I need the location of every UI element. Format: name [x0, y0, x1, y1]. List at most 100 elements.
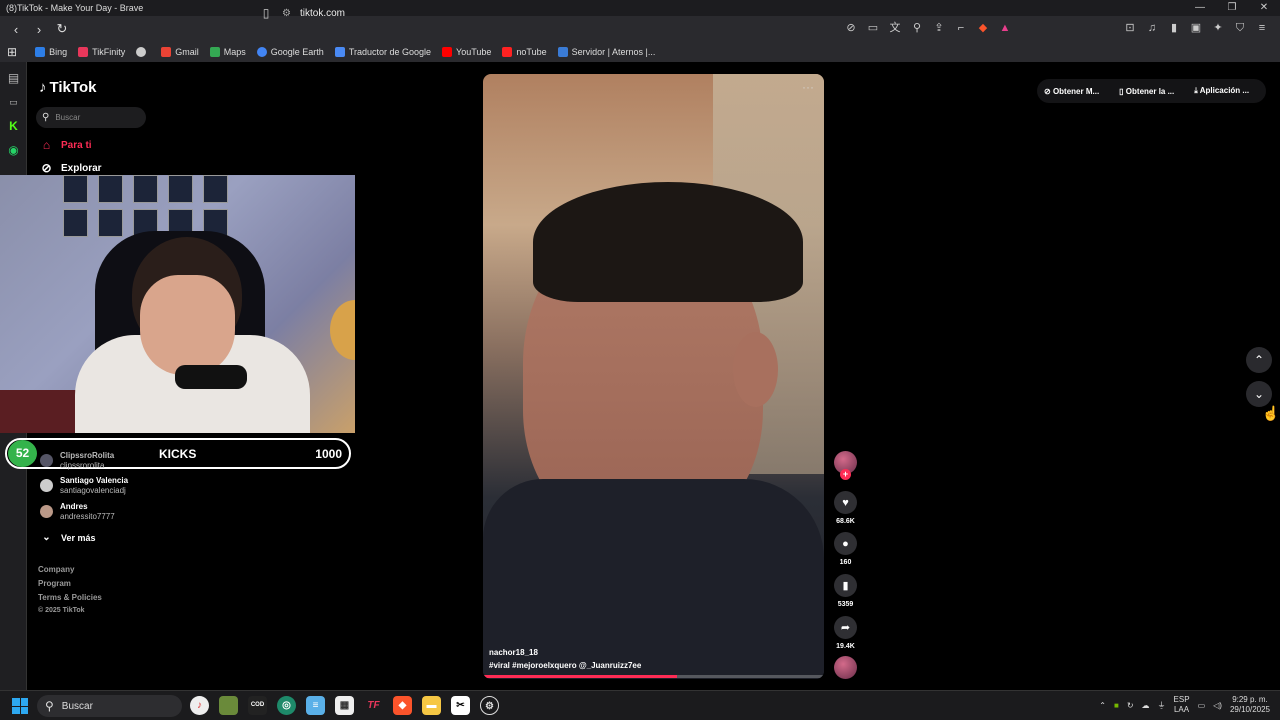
following-item[interactable]: ClipssroRolita clipssrorolita [40, 451, 114, 471]
next-video-button[interactable]: ⌄ [1246, 381, 1272, 407]
brave-browser-icon[interactable]: ◆ [393, 696, 412, 715]
windows-start-icon[interactable] [12, 698, 28, 714]
no-tracking-icon[interactable]: ⊘ [842, 19, 860, 37]
following-item[interactable]: Santiago Valencia santiagovalenciadj [40, 476, 128, 496]
zoom-icon[interactable]: ⚲ [908, 19, 926, 37]
video-progress-bar[interactable] [483, 675, 824, 678]
brave-shields-icon[interactable]: ◆ [974, 19, 992, 37]
save-count: 5359 [837, 601, 854, 608]
microphone-icon[interactable]: ⏚ [1158, 700, 1166, 711]
reload-icon[interactable]: ↻ [52, 19, 72, 39]
bookmark-aternos[interactable]: Servidor | Aternos |... [557, 47, 655, 57]
notube-icon [502, 47, 513, 57]
comment-action[interactable]: ● 160 [833, 532, 858, 566]
nvidia-icon[interactable]: ■ [1114, 701, 1119, 710]
minecraft-icon[interactable] [219, 696, 238, 715]
search-icon: ⚲ [42, 112, 50, 123]
cast-icon[interactable]: ▭ [864, 19, 882, 37]
taskbar-search-input[interactable]: ⚲ Buscar [37, 695, 182, 717]
media-icon[interactable]: ♫ [1142, 19, 1162, 37]
store-icon[interactable]: ▦ [335, 696, 354, 715]
heart-icon[interactable]: ♥ [834, 491, 857, 514]
comment-icon[interactable]: ● [834, 532, 857, 555]
share-arrow-icon[interactable]: ➦ [834, 616, 857, 639]
previous-video-button[interactable]: ⌃ [1246, 347, 1272, 373]
save-action[interactable]: ▮ 5359 [833, 574, 858, 608]
youtube-icon [442, 47, 453, 57]
kicks-count: 52 [8, 440, 37, 467]
browser-right-icons: ⊡ ♫ ▮ ▣ ✦ ⛉ ≡ [1120, 19, 1272, 37]
footer-program[interactable]: Program [38, 579, 71, 588]
like-action[interactable]: ♥ 68.6K [833, 491, 858, 525]
capcut-icon[interactable]: ✂ [451, 696, 470, 715]
search-icon: ⚲ [45, 699, 54, 713]
language-indicator[interactable]: ESP LAA [1174, 695, 1190, 715]
bookmark-translate[interactable]: Traductor de Google [334, 47, 431, 57]
bookmark-tikfinity[interactable]: TikFinity [78, 47, 125, 57]
bookmark-google-earth[interactable]: Google Earth [256, 47, 324, 57]
tray-expand-icon[interactable]: ⌃ [1099, 701, 1106, 710]
follow-plus-icon[interactable]: + [840, 469, 851, 480]
apps-grid-icon[interactable]: ⊞ [7, 45, 17, 59]
bookmark-youtube[interactable]: YouTube [442, 47, 491, 57]
url-text[interactable]: tiktok.com [300, 8, 345, 19]
volume-icon[interactable]: ◁) [1213, 701, 1222, 710]
sidebar-toggle-icon[interactable]: ▮ [1164, 19, 1184, 37]
forward-icon[interactable]: › [29, 19, 49, 39]
get-coins-button[interactable]: ⊘ Obtener M... [1044, 87, 1109, 96]
brave-rewards-icon[interactable]: ▲ [996, 19, 1014, 37]
tiktok-logo[interactable]: ♪ TikTok [39, 79, 96, 96]
music-disc-icon[interactable] [834, 656, 857, 679]
see-more-button[interactable]: ⌄ Ver más [40, 531, 95, 544]
nav-explore[interactable]: ⊘ Explorar [40, 162, 101, 175]
call-of-duty-icon[interactable]: COD [248, 696, 267, 715]
video-player[interactable]: ··· nachor18_18 #viral #mejoroelxquero @… [483, 74, 824, 679]
itunes-icon[interactable]: ♪ [190, 696, 209, 715]
bookmark-save-icon[interactable]: ▮ [834, 574, 857, 597]
menu-icon[interactable]: ≡ [1252, 19, 1272, 37]
back-icon[interactable]: ‹ [6, 19, 26, 39]
restore-button[interactable]: ❐ [1216, 0, 1248, 16]
leo-ai-icon[interactable]: ✦ [1208, 19, 1228, 37]
clock[interactable]: 9:29 p. m. 29/10/2025 [1230, 695, 1270, 715]
steam-icon[interactable]: ⚙ [480, 696, 499, 715]
sync-icon[interactable]: ↻ [1127, 701, 1134, 710]
wallet-icon[interactable]: ▣ [1186, 19, 1206, 37]
more-options-icon[interactable]: ··· [802, 80, 814, 94]
vpn-icon[interactable]: ⛉ [1230, 19, 1250, 37]
following-item[interactable]: Andres andressito7777 [40, 502, 115, 522]
video-username[interactable]: nachor18_18 [489, 648, 538, 657]
footer-company[interactable]: Company [38, 565, 74, 574]
minimize-button[interactable]: — [1184, 0, 1216, 16]
display-icon[interactable]: ▭ [1198, 701, 1206, 710]
history-icon[interactable]: ▭ [0, 90, 27, 114]
key-icon[interactable]: ⌐ [952, 19, 970, 37]
wall-poster [63, 175, 88, 203]
footer-terms[interactable]: Terms & Policies [38, 593, 102, 602]
video-hashtags[interactable]: #viral #mejoroelxquero @_Juanruizz7ee [489, 661, 641, 670]
bookmark-notube[interactable]: noTube [502, 47, 547, 57]
download-app-button[interactable]: ⤓ Aplicación ... [1194, 86, 1259, 96]
notepad-icon[interactable]: ≡ [306, 696, 325, 715]
bookmark-globe[interactable] [136, 47, 150, 57]
translate-icon[interactable]: 文 [886, 19, 904, 37]
share-icon[interactable]: ⇪ [930, 19, 948, 37]
bookmark-icon[interactable]: ▯ [256, 6, 276, 20]
cloud-icon[interactable]: ☁ [1142, 701, 1150, 710]
tiktok-search-input[interactable]: ⚲ Buscar [36, 107, 146, 128]
bookmark-bing[interactable]: Bing [35, 47, 67, 57]
close-button[interactable]: ✕ [1248, 0, 1280, 16]
whatsapp-icon[interactable]: ◉ [0, 138, 27, 162]
file-explorer-icon[interactable]: ▬ [422, 696, 441, 715]
site-info-icon[interactable]: ⚙ [282, 8, 300, 19]
xbox-icon[interactable]: ◎ [277, 696, 296, 715]
tikfinity-app-icon[interactable]: TF [364, 696, 383, 715]
share-action[interactable]: ➦ 19.4K [833, 616, 858, 650]
kick-icon[interactable]: K [0, 114, 27, 138]
screenshot-icon[interactable]: ⊡ [1120, 19, 1140, 37]
reading-list-icon[interactable]: ▤ [0, 66, 27, 90]
get-app-button[interactable]: ▯ Obtener la ... [1119, 87, 1184, 96]
bookmark-maps[interactable]: Maps [209, 47, 246, 57]
bookmark-gmail[interactable]: Gmail [161, 47, 199, 57]
nav-for-you[interactable]: ⌂ Para ti [40, 139, 92, 152]
